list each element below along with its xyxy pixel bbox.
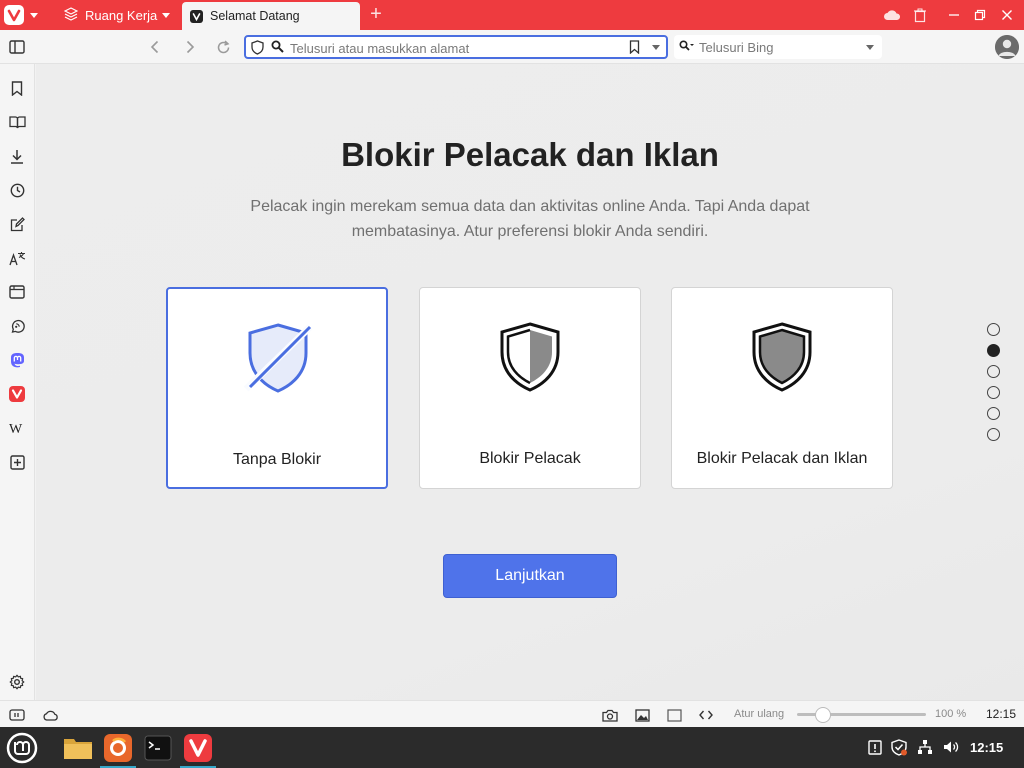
address-bar-toolbar xyxy=(0,30,1024,64)
volume-icon[interactable] xyxy=(941,737,961,757)
zoom-reset-label[interactable]: Atur ulang xyxy=(734,708,784,720)
firefox-icon xyxy=(104,733,132,762)
reload-button[interactable] xyxy=(212,36,234,58)
update-shield-icon[interactable] xyxy=(889,737,909,757)
page-tiling-icon[interactable] xyxy=(664,705,684,725)
layers-icon xyxy=(63,6,79,24)
option-card-no-blocking[interactable]: Tanpa Blokir xyxy=(166,287,388,489)
network-icon[interactable] xyxy=(915,737,935,757)
window-panel-icon[interactable] xyxy=(6,281,28,303)
history-icon[interactable] xyxy=(6,179,28,201)
page-dot-current[interactable] xyxy=(987,344,1000,357)
taskbar-clock[interactable]: 12:15 xyxy=(970,740,1003,755)
firefox-app-button[interactable] xyxy=(98,727,138,768)
page-subtitle: Pelacak ingin merekam semua data dan akt… xyxy=(250,198,810,240)
folder-icon xyxy=(64,738,92,759)
back-button[interactable] xyxy=(144,36,166,58)
terminal-app-button[interactable] xyxy=(138,727,178,768)
bookmark-icon[interactable] xyxy=(629,40,640,59)
shield-half-icon xyxy=(500,322,560,392)
search-input[interactable] xyxy=(699,38,859,56)
clipboard-notification-icon[interactable] xyxy=(865,737,885,757)
notes-icon[interactable] xyxy=(6,213,28,235)
chevron-down-icon xyxy=(30,12,38,18)
address-input[interactable] xyxy=(290,39,610,57)
vivaldi-icon[interactable] xyxy=(6,383,28,405)
page-title: Blokir Pelacak dan Iklan xyxy=(341,136,719,173)
panel-toggle-icon[interactable] xyxy=(7,705,27,725)
code-icon[interactable] xyxy=(696,705,716,725)
start-menu-button[interactable] xyxy=(2,727,42,768)
page-dot[interactable] xyxy=(987,407,1000,420)
sync-cloud-icon[interactable] xyxy=(881,5,903,25)
option-label: Blokir Pelacak xyxy=(479,450,581,467)
continue-button[interactable]: Lanjutkan xyxy=(443,554,617,598)
files-app-button[interactable] xyxy=(58,727,98,768)
status-clock: 12:15 xyxy=(986,707,1017,721)
new-tab-button[interactable]: + xyxy=(366,4,386,26)
translate-icon[interactable] xyxy=(6,247,28,269)
wikipedia-icon[interactable]: W xyxy=(6,417,28,439)
vivaldi-menu-button[interactable] xyxy=(4,4,46,26)
profile-avatar[interactable] xyxy=(995,35,1019,59)
chevron-down-icon[interactable] xyxy=(652,45,660,50)
chevron-down-icon xyxy=(162,13,170,18)
linux-mint-logo-icon xyxy=(6,732,38,763)
tab-bar: Ruang Kerja Selamat Datang + xyxy=(0,0,1024,30)
search-icon xyxy=(271,40,284,58)
trash-icon[interactable] xyxy=(909,5,931,25)
page-dot[interactable] xyxy=(987,428,1000,441)
tab-selamat-datang[interactable]: Selamat Datang xyxy=(182,2,360,30)
bookmarks-panel-icon[interactable] xyxy=(6,77,28,99)
option-card-block-trackers-and-ads[interactable]: Blokir Pelacak dan Iklan xyxy=(671,287,893,489)
settings-gear-icon[interactable] xyxy=(6,671,28,693)
search-engine-icon[interactable] xyxy=(679,40,695,58)
option-card-block-trackers[interactable]: Blokir Pelacak xyxy=(419,287,641,489)
shield-off-icon xyxy=(244,323,312,393)
search-field[interactable] xyxy=(674,35,882,59)
reading-list-icon[interactable] xyxy=(6,111,28,133)
vivaldi-logo-icon xyxy=(4,5,24,25)
status-bar: Atur ulang 100 % 12:15 xyxy=(0,700,1024,727)
side-panel: W xyxy=(0,64,35,700)
camera-icon[interactable] xyxy=(600,705,620,725)
sync-cloud-icon[interactable] xyxy=(40,705,60,725)
panel-toggle-icon[interactable] xyxy=(6,36,28,58)
workspace-tab-label: Ruang Kerja xyxy=(85,7,158,23)
page-dot[interactable] xyxy=(987,323,1000,336)
terminal-icon xyxy=(144,735,172,760)
downloads-icon[interactable] xyxy=(6,145,28,167)
vivaldi-icon xyxy=(184,733,212,762)
zoom-slider-handle[interactable] xyxy=(815,707,831,723)
zoom-level: 100 % xyxy=(935,708,967,720)
image-icon[interactable] xyxy=(632,705,652,725)
welcome-page: Blokir Pelacak dan Iklan Pelacak ingin m… xyxy=(36,64,1024,700)
page-dot[interactable] xyxy=(987,365,1000,378)
shield-full-icon xyxy=(752,322,812,392)
mastodon-icon[interactable] xyxy=(6,349,28,371)
close-button[interactable] xyxy=(996,5,1018,25)
workspace-tab[interactable]: Ruang Kerja xyxy=(54,0,182,30)
page-dot[interactable] xyxy=(987,386,1000,399)
tab-label: Selamat Datang xyxy=(210,9,300,23)
os-taskbar: 12:15 xyxy=(0,727,1024,768)
add-panel-icon[interactable] xyxy=(6,451,28,473)
option-label: Tanpa Blokir xyxy=(232,451,322,468)
svg-text:W: W xyxy=(9,422,23,434)
forward-button[interactable] xyxy=(179,36,201,58)
option-label: Blokir Pelacak dan Iklan xyxy=(696,450,868,467)
shield-icon[interactable] xyxy=(251,40,264,60)
chevron-down-icon[interactable] xyxy=(866,45,874,50)
vivaldi-favicon-icon xyxy=(190,9,203,23)
address-field[interactable] xyxy=(244,35,668,59)
feeds-chat-icon[interactable] xyxy=(6,315,28,337)
vivaldi-app-button[interactable] xyxy=(178,727,218,768)
maximize-button[interactable] xyxy=(969,5,991,25)
minimize-button[interactable] xyxy=(943,5,965,25)
